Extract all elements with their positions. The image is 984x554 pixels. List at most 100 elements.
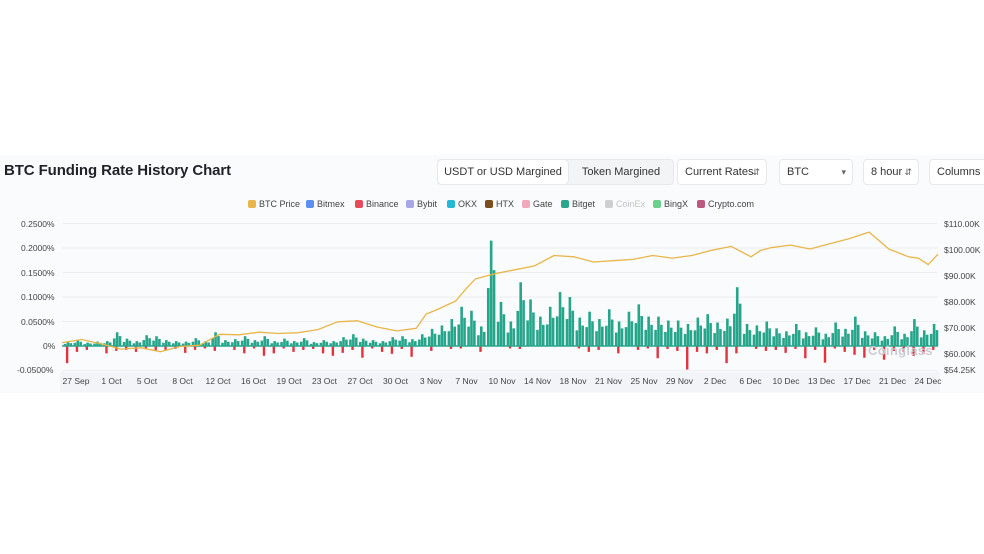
funding-bar-positive <box>693 330 697 346</box>
funding-bar-positive <box>758 331 762 346</box>
funding-bar-positive <box>847 333 850 346</box>
funding-bar-positive <box>683 333 687 346</box>
funding-bar-positive <box>834 322 837 346</box>
funding-bar-positive <box>486 288 490 346</box>
funding-bar-positive <box>824 333 828 346</box>
funding-bar-positive <box>851 329 854 346</box>
funding-bar-positive <box>595 331 598 346</box>
funding-bar-negative <box>331 346 335 356</box>
funding-bar-positive <box>699 325 703 346</box>
funding-bar-positive <box>502 314 506 346</box>
funding-bar-positive <box>477 335 480 346</box>
funding-bar-positive <box>723 330 726 346</box>
funding-bar-positive <box>536 329 539 346</box>
funding-bar-positive <box>361 338 365 346</box>
funding-bar-positive <box>404 338 407 346</box>
funding-bar-positive <box>394 339 397 346</box>
funding-bar-positive <box>427 336 431 346</box>
funding-bar-positive <box>788 335 791 346</box>
funding-bar-positive <box>463 317 466 346</box>
funding-bar-positive <box>561 307 565 346</box>
funding-bar-positive <box>932 323 936 346</box>
funding-bar-positive <box>145 335 148 346</box>
funding-bar-positive <box>529 299 532 346</box>
funding-bar-positive <box>450 319 454 346</box>
funding-bar-positive <box>224 340 227 346</box>
funding-bar-negative <box>321 346 325 354</box>
funding-bar-positive <box>863 331 867 346</box>
funding-bar-positive <box>640 316 643 346</box>
funding-bar-positive <box>765 321 769 346</box>
funding-bar-positive <box>713 333 716 346</box>
funding-bar-positive <box>115 332 119 346</box>
funding-bar-positive <box>676 320 680 346</box>
funding-bar-negative <box>361 346 364 358</box>
funding-bar-positive <box>322 340 326 346</box>
funding-bar-positive <box>253 340 257 346</box>
funding-bar-positive <box>752 334 756 346</box>
funding-bar-positive <box>125 338 129 346</box>
funding-bar-positive <box>860 337 864 346</box>
funding-bar-positive <box>620 328 624 346</box>
funding-bar-positive <box>728 326 732 346</box>
funding-bar-positive <box>605 325 608 346</box>
funding-bar-positive <box>473 320 476 346</box>
funding-bar-positive <box>804 332 808 346</box>
funding-bar-positive <box>512 328 516 346</box>
funding-bar-negative <box>695 346 699 352</box>
funding-bar-positive <box>489 240 493 346</box>
funding-bar-positive <box>233 339 237 346</box>
funding-bar-positive <box>430 328 434 346</box>
funding-bar-positive <box>539 316 542 346</box>
funding-bar-positive <box>585 327 588 346</box>
funding-bar-negative <box>784 346 787 353</box>
funding-bar-positive <box>401 336 404 346</box>
funding-bar-positive <box>837 329 840 346</box>
funding-bar-positive <box>735 287 739 346</box>
funding-bar-positive <box>913 319 916 346</box>
funding-bar-negative <box>853 346 856 355</box>
funding-bar-positive <box>634 323 638 346</box>
funding-bar-positive <box>657 316 660 346</box>
funding-bar-positive <box>644 329 648 346</box>
funding-bar-positive <box>155 336 158 346</box>
funding-bar-positive <box>801 338 805 346</box>
funding-bar-positive <box>349 339 352 346</box>
funding-bar-positive <box>541 324 545 346</box>
funding-bar-positive <box>420 334 424 346</box>
funding-bar-positive <box>637 304 641 346</box>
funding-bar-positive <box>492 270 496 346</box>
funding-bar-positive <box>571 310 575 346</box>
funding-bar-positive <box>575 330 579 346</box>
funding-bar-positive <box>660 324 663 346</box>
funding-bar-positive <box>496 321 500 346</box>
funding-bar-positive <box>509 321 513 346</box>
funding-bar-positive <box>142 340 146 346</box>
funding-bar-negative <box>863 346 866 358</box>
funding-bar-negative <box>390 346 394 354</box>
funding-bar-positive <box>158 338 161 346</box>
funding-bar-positive <box>778 333 781 346</box>
funding-bar-negative <box>410 346 413 357</box>
funding-bar-positive <box>772 336 775 346</box>
funding-bar-negative <box>184 346 187 353</box>
funding-bar-positive <box>519 282 522 346</box>
funding-bar-positive <box>516 310 520 346</box>
funding-bar-positive <box>654 329 657 346</box>
funding-bar-positive <box>152 340 155 346</box>
funding-bar-positive <box>647 316 650 346</box>
funding-bar-positive <box>785 331 788 346</box>
funding-bar-positive <box>568 297 572 346</box>
funding-bar-positive <box>794 323 798 346</box>
funding-bar-positive <box>499 301 503 346</box>
funding-bar-positive <box>398 340 401 346</box>
funding-bar-positive <box>827 337 831 346</box>
funding-bar-positive <box>745 323 749 346</box>
funding-bar-negative <box>656 346 659 359</box>
funding-bar-positive <box>532 312 535 346</box>
funding-bar-positive <box>821 339 825 346</box>
funding-bar-positive <box>726 318 729 346</box>
funding-bar-positive <box>797 330 801 346</box>
funding-bar-positive <box>624 327 628 346</box>
funding-bar-positive <box>581 325 584 346</box>
